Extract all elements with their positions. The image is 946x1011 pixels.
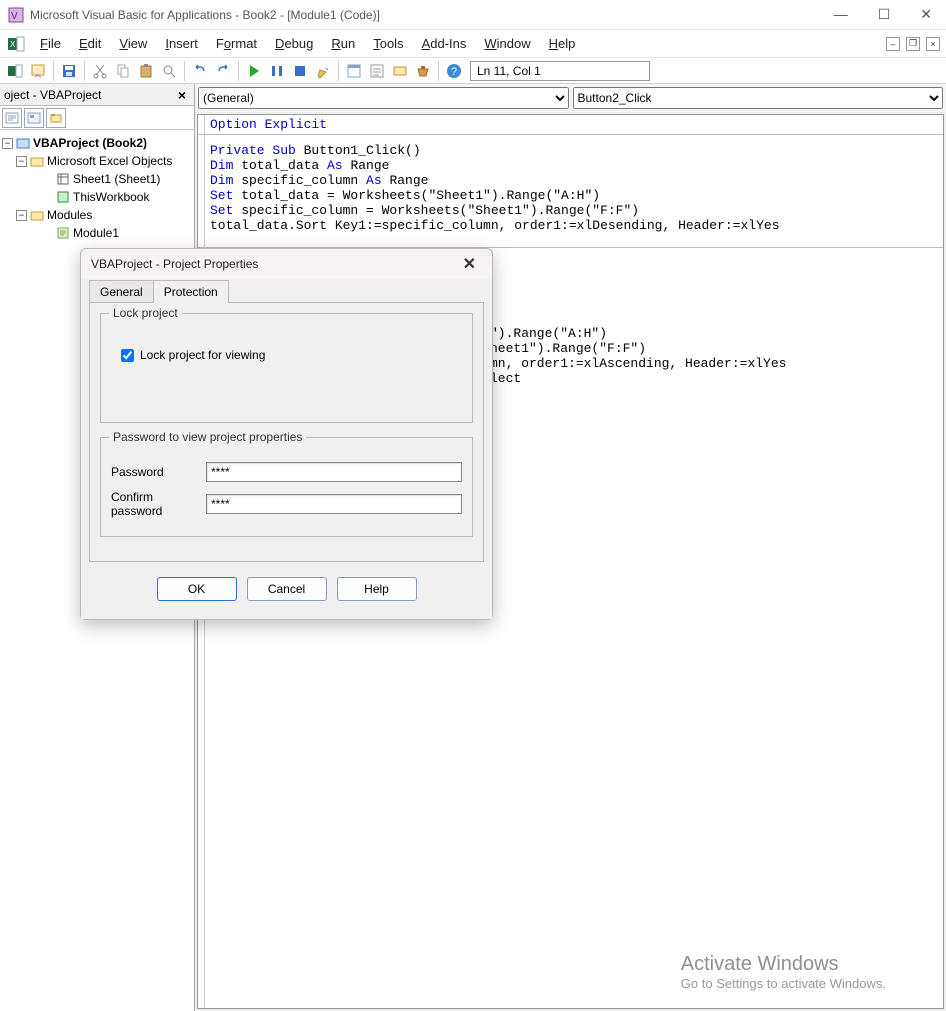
toolbar: ? Ln 11, Col 1 xyxy=(0,58,946,84)
vba-app-icon: V xyxy=(8,7,24,23)
password-fieldset: Password to view project properties Pass… xyxy=(100,437,473,537)
dialog-body: General Protection Lock project Lock pro… xyxy=(81,279,492,619)
lock-project-label: Lock project for viewing xyxy=(140,348,265,362)
tab-protection-content: Lock project Lock project for viewing Pa… xyxy=(89,302,484,562)
tab-general[interactable]: General xyxy=(89,280,154,303)
insert-object-icon[interactable] xyxy=(27,60,49,82)
panel-close-button[interactable]: × xyxy=(174,87,190,103)
menu-run[interactable]: Run xyxy=(323,32,363,55)
tree-excel-objects[interactable]: − Microsoft Excel Objects xyxy=(2,152,192,170)
menu-help[interactable]: Help xyxy=(541,32,584,55)
cut-icon[interactable] xyxy=(89,60,111,82)
confirm-password-label: Confirm password xyxy=(111,490,206,518)
menubar: X File Edit View Insert Format Debug Run… xyxy=(0,30,946,58)
tree-thisworkbook[interactable]: ThisWorkbook xyxy=(2,188,192,206)
toolbox-icon[interactable] xyxy=(412,60,434,82)
tab-protection[interactable]: Protection xyxy=(153,280,229,303)
menu-window[interactable]: Window xyxy=(476,32,538,55)
undo-icon[interactable] xyxy=(189,60,211,82)
design-mode-icon[interactable] xyxy=(312,60,334,82)
menu-view[interactable]: View xyxy=(111,32,155,55)
dialog-titlebar[interactable]: VBAProject - Project Properties ✕ xyxy=(81,249,492,279)
close-button[interactable]: ✕ xyxy=(914,2,938,27)
minimize-button[interactable]: — xyxy=(828,2,854,27)
menu-addins[interactable]: Add-Ins xyxy=(414,32,475,55)
window-controls: — ☐ ✕ xyxy=(828,2,938,27)
dialog-buttons: OK Cancel Help xyxy=(89,563,484,611)
copy-icon[interactable] xyxy=(112,60,134,82)
dialog-close-button[interactable]: ✕ xyxy=(457,252,482,276)
reset-icon[interactable] xyxy=(289,60,311,82)
collapse-icon[interactable]: − xyxy=(16,156,27,167)
project-explorer-header: oject - VBAProject × xyxy=(0,84,194,106)
view-object-icon[interactable] xyxy=(24,108,44,128)
password-legend: Password to view project properties xyxy=(109,430,306,444)
properties-icon[interactable] xyxy=(366,60,388,82)
procedure-dropdown[interactable]: Button2_Click xyxy=(573,87,944,109)
code-dropdowns: (General) Button2_Click xyxy=(195,84,946,112)
menu-tools[interactable]: Tools xyxy=(365,32,411,55)
menu-format[interactable]: Format xyxy=(208,32,265,55)
save-icon[interactable] xyxy=(58,60,80,82)
object-browser-icon[interactable] xyxy=(389,60,411,82)
run-icon[interactable] xyxy=(243,60,265,82)
view-code-icon[interactable] xyxy=(2,108,22,128)
menu-insert[interactable]: Insert xyxy=(157,32,206,55)
titlebar: V Microsoft Visual Basic for Application… xyxy=(0,0,946,30)
lock-project-checkbox[interactable] xyxy=(121,349,134,362)
lock-project-fieldset: Lock project Lock project for viewing xyxy=(100,313,473,423)
collapse-icon[interactable]: − xyxy=(16,210,27,221)
activate-windows-watermark: Activate Windows Go to Settings to activ… xyxy=(681,953,886,991)
dialog-tabs: General Protection xyxy=(89,279,484,303)
window-title: Microsoft Visual Basic for Applications … xyxy=(30,8,828,22)
help-button[interactable]: Help xyxy=(337,577,417,601)
mdi-restore[interactable]: ❐ xyxy=(906,37,920,51)
svg-text:?: ? xyxy=(451,66,457,78)
help-icon[interactable]: ? xyxy=(443,60,465,82)
password-label: Password xyxy=(111,465,206,479)
password-input[interactable] xyxy=(206,462,462,482)
lock-project-legend: Lock project xyxy=(109,306,182,320)
mdi-minimize[interactable]: – xyxy=(886,37,900,51)
excel-icon[interactable]: X xyxy=(6,34,26,54)
find-icon[interactable] xyxy=(158,60,180,82)
menu-edit[interactable]: Edit xyxy=(71,32,109,55)
module-icon xyxy=(56,226,70,240)
mdi-controls: – ❐ × xyxy=(886,37,940,51)
tree-module1[interactable]: Module1 xyxy=(2,224,192,242)
toggle-folders-icon[interactable] xyxy=(46,108,66,128)
project-explorer-toolbar xyxy=(0,106,194,130)
project-explorer-title: oject - VBAProject xyxy=(4,88,101,102)
collapse-icon[interactable]: − xyxy=(2,138,13,149)
dialog-title: VBAProject - Project Properties xyxy=(91,257,258,271)
menu-file[interactable]: File xyxy=(32,32,69,55)
ok-button[interactable]: OK xyxy=(157,577,237,601)
maximize-button[interactable]: ☐ xyxy=(872,2,897,27)
paste-icon[interactable] xyxy=(135,60,157,82)
project-explorer-icon[interactable] xyxy=(343,60,365,82)
confirm-password-input[interactable] xyxy=(206,494,462,514)
tree-root[interactable]: − VBAProject (Book2) xyxy=(2,134,192,152)
redo-icon[interactable] xyxy=(212,60,234,82)
break-icon[interactable] xyxy=(266,60,288,82)
sheet-icon xyxy=(56,172,70,186)
workbook-icon xyxy=(56,190,70,204)
tree-sheet1[interactable]: Sheet1 (Sheet1) xyxy=(2,170,192,188)
mdi-close[interactable]: × xyxy=(926,37,940,51)
svg-text:V: V xyxy=(11,11,18,22)
svg-text:X: X xyxy=(10,40,16,49)
folder-icon xyxy=(30,154,44,168)
project-icon xyxy=(16,136,30,150)
project-properties-dialog: VBAProject - Project Properties ✕ Genera… xyxy=(80,248,493,620)
cancel-button[interactable]: Cancel xyxy=(247,577,327,601)
view-excel-icon[interactable] xyxy=(4,60,26,82)
folder-icon xyxy=(30,208,44,222)
project-tree: − VBAProject (Book2) − Microsoft Excel O… xyxy=(0,130,194,246)
object-dropdown[interactable]: (General) xyxy=(198,87,569,109)
cursor-position: Ln 11, Col 1 xyxy=(470,61,650,81)
tree-modules[interactable]: − Modules xyxy=(2,206,192,224)
menu-debug[interactable]: Debug xyxy=(267,32,321,55)
